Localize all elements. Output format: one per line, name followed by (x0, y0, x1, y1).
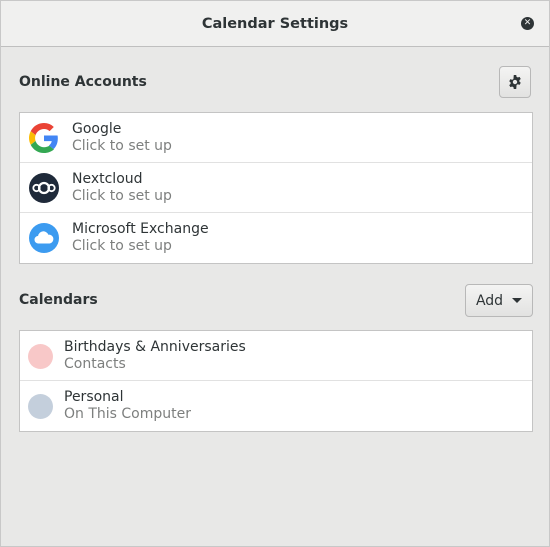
account-text: Google Click to set up (72, 121, 172, 155)
calendar-row-birthdays[interactable]: Birthdays & Anniversaries Contacts (20, 331, 532, 381)
chevron-down-icon (512, 298, 523, 303)
account-row-google[interactable]: Google Click to set up (20, 113, 532, 163)
online-accounts-list: Google Click to set up Nextcloud Click t… (19, 112, 533, 264)
calendar-settings-window: Calendar Settings ✕ Online Accounts Goog… (0, 0, 550, 547)
calendar-text: Birthdays & Anniversaries Contacts (64, 339, 246, 373)
account-subtitle: Click to set up (72, 238, 172, 254)
window-title: Calendar Settings (201, 15, 349, 32)
calendars-list: Birthdays & Anniversaries Contacts Perso… (19, 330, 533, 432)
google-icon (29, 123, 58, 153)
calendar-text: Personal On This Computer (64, 389, 191, 423)
account-text: Microsoft Exchange Click to set up (72, 221, 209, 255)
account-name: Nextcloud (72, 171, 143, 187)
add-button-label: Add (475, 292, 504, 309)
nextcloud-icon (29, 173, 59, 203)
close-icon: ✕ (523, 18, 532, 28)
calendar-name: Personal (64, 389, 124, 405)
account-subtitle: Click to set up (72, 188, 172, 204)
gear-icon (509, 75, 521, 89)
calendars-heading: Calendars (19, 292, 98, 308)
titlebar: Calendar Settings ✕ (1, 1, 549, 47)
accounts-settings-button[interactable] (499, 66, 531, 98)
account-name: Google (72, 121, 122, 137)
add-calendar-button[interactable]: Add (465, 284, 533, 317)
calendar-row-personal[interactable]: Personal On This Computer (20, 381, 532, 431)
account-subtitle: Click to set up (72, 138, 172, 154)
exchange-cloud-icon (29, 223, 59, 253)
close-button[interactable]: ✕ (521, 17, 534, 30)
calendar-source: Contacts (64, 356, 126, 372)
account-row-nextcloud[interactable]: Nextcloud Click to set up (20, 163, 532, 213)
calendar-color-dot (28, 394, 53, 419)
calendar-source: On This Computer (64, 406, 191, 422)
account-name: Microsoft Exchange (72, 221, 209, 237)
online-accounts-heading: Online Accounts (19, 74, 147, 90)
calendar-color-dot (28, 344, 53, 369)
account-text: Nextcloud Click to set up (72, 171, 172, 205)
calendar-name: Birthdays & Anniversaries (64, 339, 246, 355)
account-row-microsoft-exchange[interactable]: Microsoft Exchange Click to set up (20, 213, 532, 263)
